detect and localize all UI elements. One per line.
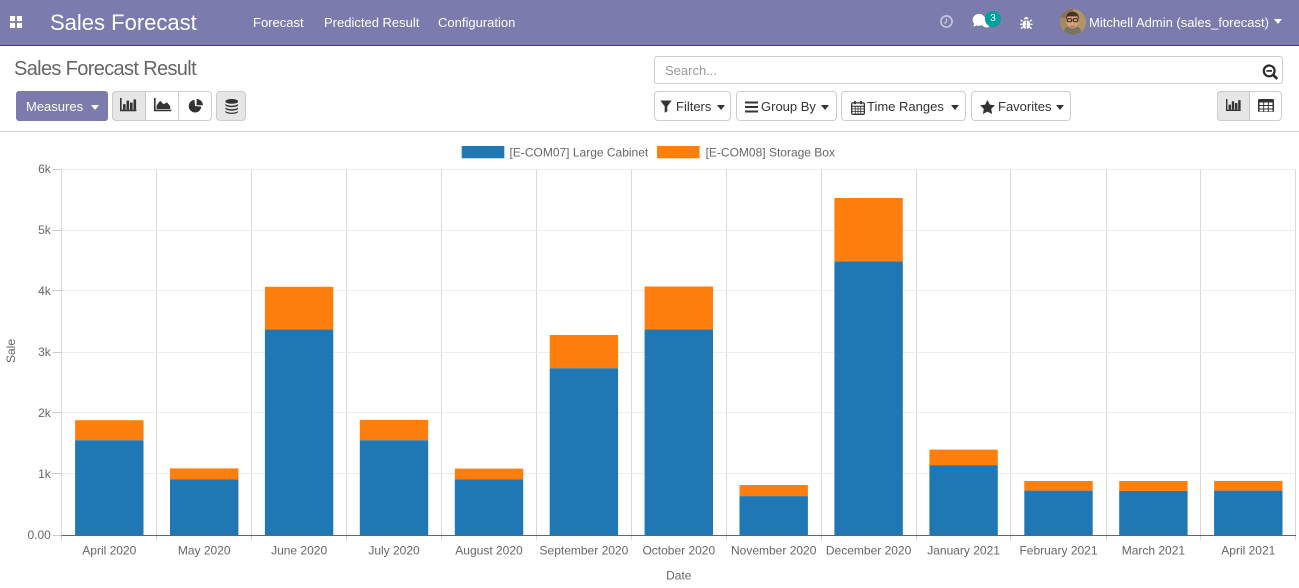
- svg-text:3k: 3k: [38, 345, 52, 359]
- svg-text:November 2020: November 2020: [731, 544, 817, 558]
- svg-text:6k: 6k: [38, 162, 52, 176]
- svg-text:March 2021: March 2021: [1122, 544, 1186, 558]
- svg-text:April 2020: April 2020: [82, 544, 136, 558]
- svg-text:May 2020: May 2020: [178, 544, 231, 558]
- svg-text:December 2020: December 2020: [826, 544, 912, 558]
- svg-text:September 2020: September 2020: [540, 544, 629, 558]
- svg-text:4k: 4k: [38, 284, 52, 298]
- svg-text:1k: 1k: [38, 467, 52, 481]
- svg-text:June 2020: June 2020: [271, 544, 327, 558]
- svg-text:April 2021: April 2021: [1221, 544, 1275, 558]
- svg-text:[E-COM07] Large Cabinet: [E-COM07] Large Cabinet: [510, 146, 649, 160]
- svg-text:October 2020: October 2020: [642, 544, 715, 558]
- svg-text:Date: Date: [666, 569, 692, 583]
- svg-text:Sale: Sale: [4, 339, 18, 363]
- svg-text:February 2021: February 2021: [1019, 544, 1097, 558]
- svg-text:2k: 2k: [38, 406, 52, 420]
- svg-text:5k: 5k: [38, 223, 52, 237]
- svg-text:[E-COM08] Storage Box: [E-COM08] Storage Box: [706, 146, 835, 160]
- svg-text:July 2020: July 2020: [368, 544, 420, 558]
- svg-text:0.00: 0.00: [27, 528, 51, 542]
- svg-text:August 2020: August 2020: [455, 544, 523, 558]
- svg-text:January 2021: January 2021: [927, 544, 1000, 558]
